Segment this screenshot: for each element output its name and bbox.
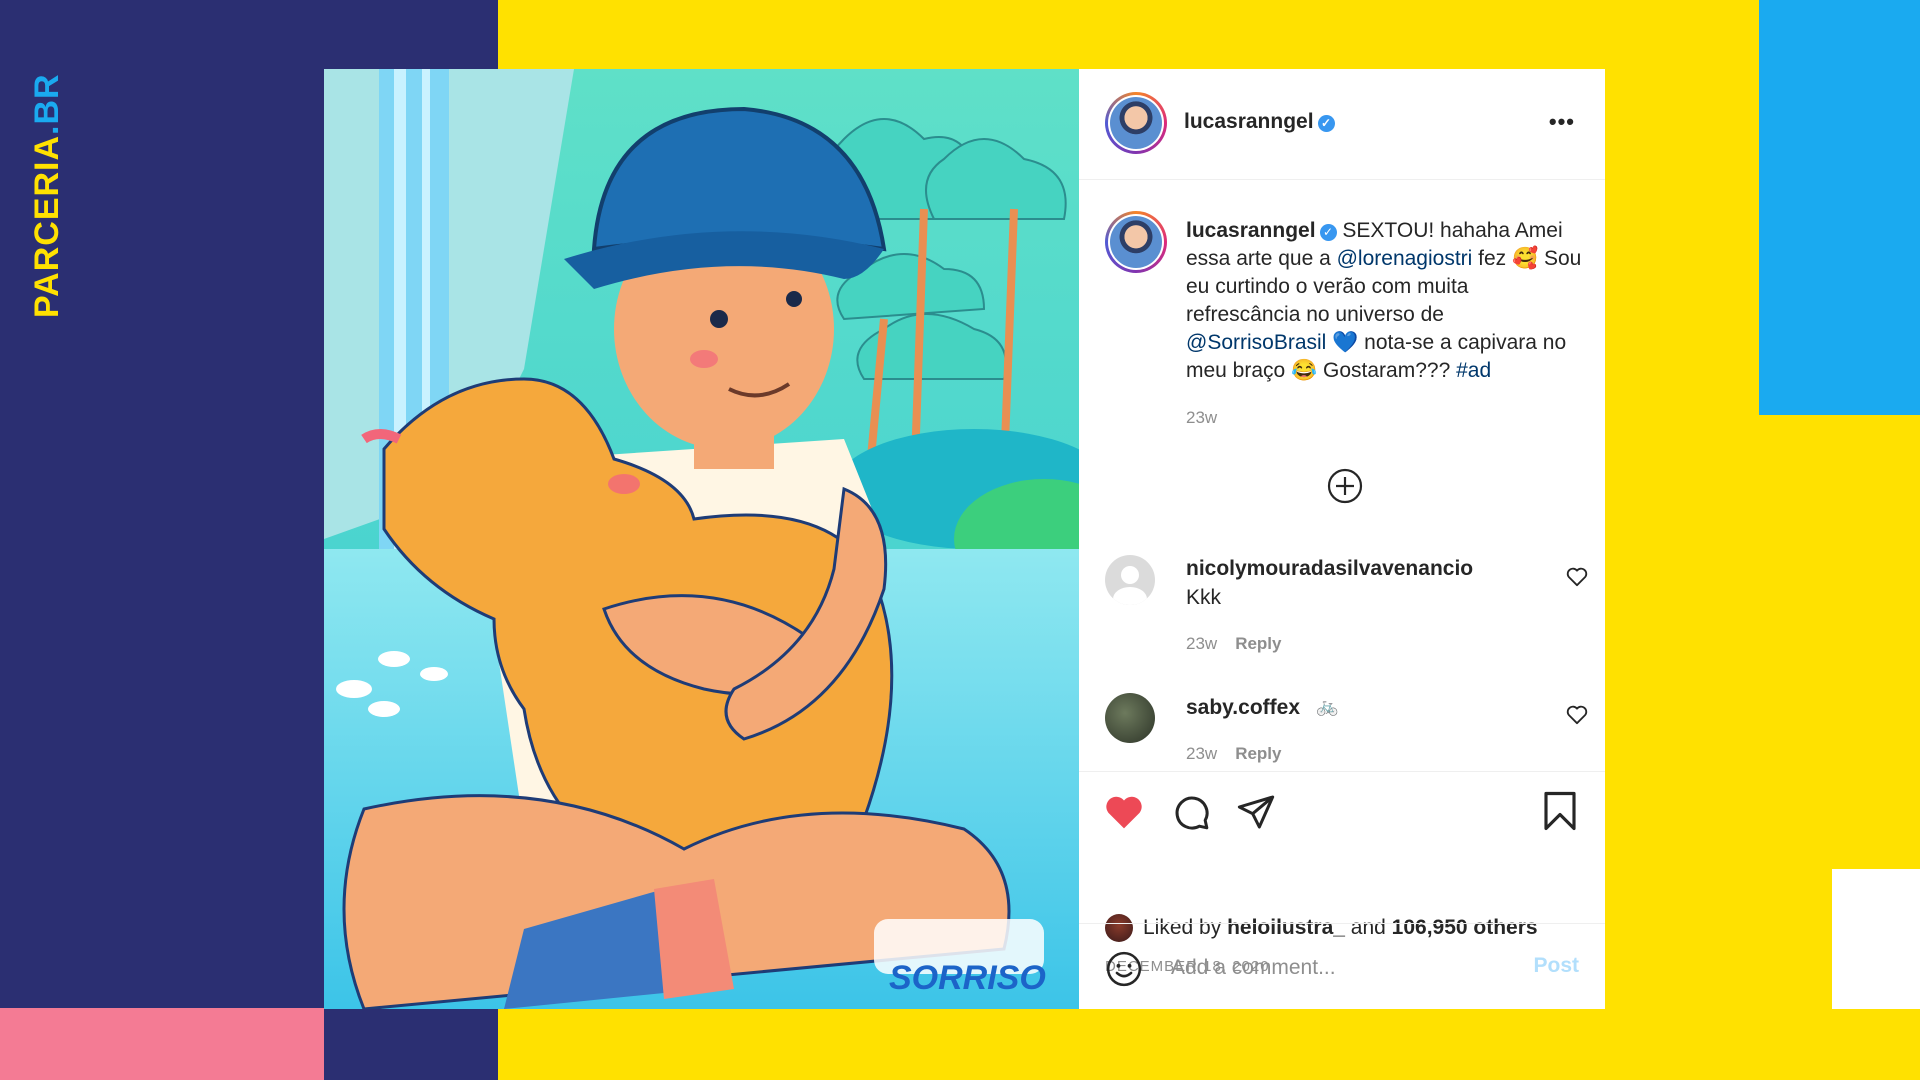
post-comment-button[interactable]: Post — [1533, 954, 1579, 978]
brand-part-2: CERIA — [28, 134, 66, 246]
background-pink-block — [0, 1008, 324, 1080]
verified-badge-icon: ✓ — [1319, 224, 1337, 241]
mention-sorrisobrasil[interactable]: @SorrisoBrasil — [1186, 331, 1326, 354]
parceria-brand-logo: PARCERIA.BR — [18, 18, 66, 323]
author-username[interactable]: lucasranngel ✓ — [1184, 110, 1335, 134]
background-white-block — [1832, 869, 1920, 1009]
post-details-panel: lucasranngel ✓ ••• lucasranngel ✓ SEXTOU! … — [1079, 69, 1605, 1009]
emoji-smiley-icon[interactable] — [1105, 950, 1143, 988]
comment-time-2: 23w — [1186, 744, 1218, 763]
more-options-icon[interactable]: ••• — [1549, 109, 1575, 135]
comment-time-1: 23w — [1186, 634, 1218, 653]
comment-icon[interactable] — [1171, 792, 1211, 832]
like-heart-icon[interactable] — [1104, 794, 1144, 830]
author-avatar[interactable] — [1105, 92, 1167, 154]
author-username-text[interactable]: lucasranngel — [1184, 110, 1314, 133]
comment-username-2[interactable]: saby.coffex — [1186, 696, 1300, 720]
caption-username[interactable]: lucasranngel — [1186, 219, 1316, 242]
post-illustration: SORRISO — [324, 69, 1079, 1009]
sorriso-logo-text: SORRISO — [889, 959, 1046, 997]
comment-text-2: 🚲 — [1316, 696, 1339, 716]
comment-reply-button-2[interactable]: Reply — [1235, 744, 1281, 763]
comment-reply-button-1[interactable]: Reply — [1235, 634, 1281, 653]
comment-avatar-1[interactable] — [1105, 555, 1155, 605]
comment-username-2-text[interactable]: saby.coffex — [1186, 696, 1300, 719]
add-circle-icon[interactable] — [1648, 468, 1649, 469]
brand-part-1: PAR — [28, 245, 66, 318]
instagram-post: SORRISO lucasranngel ✓ ••• lucasranngel ✓ … — [324, 69, 1605, 1009]
post-header: lucasranngel ✓ ••• — [1079, 69, 1605, 180]
hashtag-ad[interactable]: #ad — [1456, 359, 1491, 382]
comment-username-1[interactable]: nicolymouradasilvavenancio — [1186, 557, 1473, 581]
comment-like-heart-icon-2[interactable] — [1566, 705, 1588, 725]
load-comments-icon[interactable] — [1327, 468, 1363, 504]
comment-meta-2: 23w Reply — [1186, 744, 1281, 764]
comment-meta-1: 23w Reply — [1186, 634, 1281, 654]
comment-avatar-2[interactable] — [1105, 693, 1155, 743]
comment-like-heart-icon-1[interactable] — [1566, 567, 1588, 587]
add-comment-bar: Post — [1079, 923, 1605, 1010]
background-navy-block — [324, 1008, 498, 1080]
caption-time: 23w — [1186, 408, 1218, 427]
mention-lorenagiostri[interactable]: @lorenagiostri — [1337, 247, 1473, 270]
post-actions: Liked by heloilustra_ and 106,950 others… — [1079, 771, 1605, 975]
comment-text-1: Kkk — [1186, 586, 1222, 609]
share-send-icon[interactable] — [1236, 792, 1276, 832]
brand-part-3: .BR — [28, 73, 66, 135]
background-blue-block — [1759, 0, 1920, 415]
save-bookmark-icon[interactable] — [1542, 790, 1578, 832]
post-caption: lucasranngel ✓ SEXTOU! hahaha Amei essa a… — [1186, 217, 1586, 385]
add-comment-input[interactable] — [1169, 950, 1513, 986]
caption-avatar[interactable] — [1105, 211, 1167, 273]
verified-badge-icon: ✓ — [1317, 115, 1335, 132]
